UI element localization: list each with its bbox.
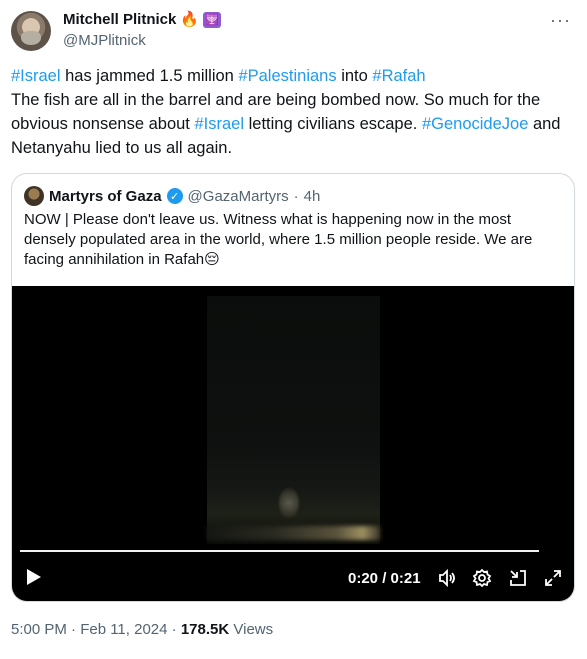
timestamp[interactable]: 5:00 PM · Feb 11, 2024 [11, 621, 167, 638]
tweet-text: #Israel has jammed 1.5 million #Palestin… [11, 64, 576, 160]
author-name[interactable]: Mitchell Plitnick [63, 11, 176, 28]
tweet-text-segment: letting civilians escape. [244, 115, 422, 133]
author-avatar[interactable] [11, 11, 51, 51]
settings-icon[interactable] [472, 568, 492, 588]
tweet-text-segment: into [336, 67, 373, 85]
hashtag-link[interactable]: #GenocideJoe [422, 115, 528, 133]
tweet: Mitchell Plitnick 🔥 🕎 @MJPlitnick ··· #I… [0, 0, 587, 659]
video-frame [207, 296, 380, 544]
pensive-emoji: 😔 [204, 251, 220, 268]
verified-icon: ✓ [166, 188, 183, 204]
tweet-text-segment: has jammed 1.5 million [60, 67, 239, 85]
tweet-footer: 5:00 PM · Feb 11, 2024 · 178.5K Views [11, 621, 273, 638]
quoted-author-handle[interactable]: @GazaMartyrs [188, 188, 289, 205]
more-icon[interactable]: ··· [550, 11, 571, 29]
video-player[interactable]: 0:20 / 0:21 [12, 286, 574, 601]
video-time: 0:20 / 0:21 [348, 570, 421, 587]
hashtag-link[interactable]: #Israel [11, 67, 61, 85]
quoted-age[interactable]: 4h [304, 188, 321, 205]
footer-separator: · [171, 621, 177, 638]
views-count[interactable]: 178.5K [181, 621, 229, 638]
play-icon[interactable] [26, 568, 42, 591]
quoted-text-body: NOW | Please don't leave us. Witness wha… [24, 211, 533, 268]
views-label: Views [233, 621, 274, 638]
fire-glow [207, 526, 380, 540]
hashtag-link[interactable]: #Israel [194, 115, 244, 133]
menorah-icon: 🕎 [203, 11, 222, 28]
fire-emoji: 🔥 [180, 11, 200, 28]
quoted-tweet-header: Martyrs of Gaza ✓ @GazaMartyrs · 4h [24, 186, 320, 206]
video-progress-bar[interactable] [20, 550, 539, 552]
fullscreen-icon[interactable] [543, 568, 563, 588]
smoke-plume [279, 488, 299, 518]
quoted-tweet-text: NOW | Please don't leave us. Witness wha… [24, 210, 559, 270]
hashtag-link[interactable]: #Rafah [372, 67, 425, 85]
quoted-author-avatar[interactable] [24, 186, 44, 206]
quoted-separator: · [293, 187, 299, 205]
quoted-tweet[interactable]: Martyrs of Gaza ✓ @GazaMartyrs · 4h NOW … [11, 173, 575, 602]
volume-icon[interactable] [437, 568, 457, 588]
author-handle[interactable]: @MJPlitnick [63, 32, 146, 49]
hashtag-link[interactable]: #Palestinians [238, 67, 336, 85]
author-name-row: Mitchell Plitnick 🔥 🕎 [63, 11, 222, 28]
quoted-author-name[interactable]: Martyrs of Gaza [49, 188, 162, 205]
minimize-icon[interactable] [508, 568, 528, 588]
